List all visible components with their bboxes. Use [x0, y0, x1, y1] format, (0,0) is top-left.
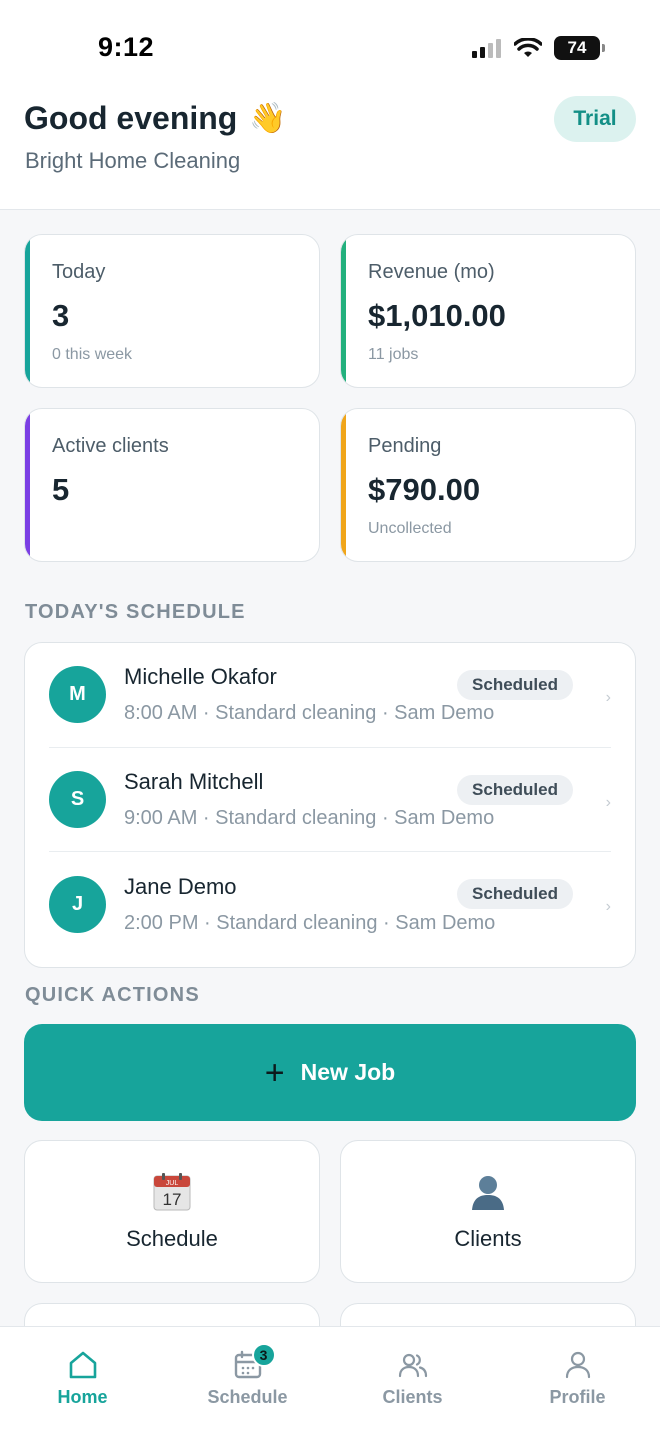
stat-card-revenue[interactable]: Revenue (mo) $1,010.00 11 jobs [340, 234, 636, 388]
trial-badge[interactable]: Trial [554, 96, 636, 142]
tab-label: Clients [382, 1387, 443, 1407]
quick-action-label: Clients [454, 1225, 522, 1251]
quick-action-clients[interactable]: Clients [340, 1140, 636, 1283]
user-icon [565, 1351, 590, 1379]
accent-bar [341, 409, 346, 561]
calendar-day: 17 [163, 1190, 182, 1209]
client-name: Michelle Okafor [124, 664, 277, 690]
list-item[interactable]: J Jane Demo 2:00 PM · Standard cleaning … [49, 852, 611, 957]
cellular-signal-icon [472, 39, 501, 58]
waving-hand-icon: 👋 [249, 102, 287, 135]
quick-action-label: Schedule [126, 1225, 218, 1251]
accent-bar [25, 235, 30, 387]
status-icons: 74 [472, 36, 605, 60]
stat-label: Active clients [52, 435, 169, 457]
chevron-right-icon: › [605, 793, 611, 811]
stat-sub: 0 this week [52, 346, 133, 363]
schedule-list: M Michelle Okafor 8:00 AM · Standard cle… [24, 642, 636, 968]
stat-value: 3 [52, 298, 70, 333]
users-icon [398, 1353, 427, 1378]
quick-actions-title: QUICK ACTIONS [25, 984, 200, 1006]
quick-action-schedule[interactable]: JUL 17 Schedule [24, 1140, 320, 1283]
stat-value: $790.00 [368, 472, 481, 507]
plus-icon: + [264, 1053, 285, 1092]
tab-label: Schedule [207, 1387, 288, 1407]
home-icon [69, 1351, 96, 1379]
status-badge: Scheduled [457, 774, 573, 805]
calendar-icon: JUL 17 [153, 1172, 191, 1210]
notification-badge: 3 [251, 1343, 276, 1367]
person-silhouette-icon [472, 1175, 504, 1210]
job-meta: 9:00 AM · Standard cleaning · Sam Demo [124, 806, 495, 829]
tab-bar: Home 3 Schedule Clients Profile [0, 1326, 660, 1434]
list-item[interactable]: S Sarah Mitchell 9:00 AM · Standard clea… [49, 748, 611, 852]
avatar: J [49, 875, 106, 933]
schedule-section-title: TODAY'S SCHEDULE [25, 601, 246, 623]
accent-bar [25, 409, 30, 561]
stat-label: Revenue (mo) [368, 261, 495, 283]
stat-sub: Uncollected [368, 520, 452, 537]
quick-actions-grid: JUL 17 Schedule Clients [24, 1140, 636, 1333]
status-bar: 9:12 74 [0, 0, 660, 96]
chevron-right-icon: › [605, 898, 611, 915]
client-name: Jane Demo [124, 873, 237, 899]
new-job-label: New Job [300, 1059, 396, 1085]
business-name: Bright Home Cleaning [25, 148, 241, 173]
client-name: Sarah Mitchell [124, 768, 264, 794]
job-meta: 2:00 PM · Standard cleaning · Sam Demo [124, 911, 496, 934]
tab-label: Profile [549, 1387, 606, 1407]
page-title: Good evening 👋 [24, 100, 287, 137]
greeting-text: Good evening [24, 100, 238, 136]
status-time: 9:12 [98, 32, 155, 62]
stat-sub: 11 jobs [368, 346, 419, 363]
new-job-button[interactable]: + New Job [24, 1024, 636, 1121]
avatar: M [49, 666, 106, 724]
stat-label: Pending [368, 435, 442, 457]
header: 9:12 74 Good evening 👋 Bright Home Clean… [0, 0, 660, 210]
avatar: S [49, 770, 106, 828]
tab-profile[interactable]: Profile [495, 1327, 660, 1434]
accent-bar [341, 235, 346, 387]
chevron-right-icon: › [605, 689, 611, 706]
stat-value: $1,010.00 [368, 298, 506, 333]
stat-card-today[interactable]: Today 3 0 this week [24, 234, 320, 388]
status-badge: Scheduled [457, 879, 573, 909]
stats-grid: Today 3 0 this week Revenue (mo) $1,010.… [24, 234, 636, 562]
wifi-icon [514, 37, 542, 57]
stat-label: Today [52, 261, 106, 283]
stat-card-pending[interactable]: Pending $790.00 Uncollected [340, 408, 636, 562]
tab-clients[interactable]: Clients [330, 1327, 495, 1434]
stat-value: 5 [52, 472, 70, 507]
tab-home[interactable]: Home [0, 1327, 165, 1434]
status-badge: Scheduled [457, 670, 573, 700]
tab-label: Home [57, 1387, 108, 1407]
battery-icon: 74 [554, 36, 605, 60]
list-item[interactable]: M Michelle Okafor 8:00 AM · Standard cle… [49, 643, 611, 748]
job-meta: 8:00 AM · Standard cleaning · Sam Demo [124, 702, 495, 725]
stat-card-active-clients[interactable]: Active clients 5 [24, 408, 320, 562]
tab-schedule[interactable]: 3 Schedule [165, 1327, 330, 1434]
calendar-month: JUL [166, 1180, 179, 1187]
